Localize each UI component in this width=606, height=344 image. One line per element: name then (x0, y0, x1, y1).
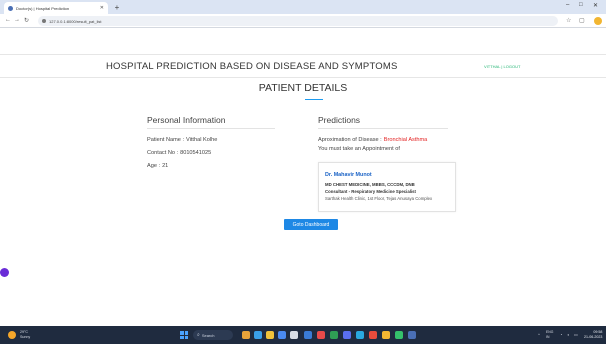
start-menu-icon[interactable] (180, 331, 188, 339)
doctor-role: Consultant - Respiratory Medicine Specia… (325, 189, 416, 194)
age-row: Age :21 (147, 163, 168, 169)
file-explorer-icon[interactable] (266, 331, 274, 339)
edge-app-icon[interactable] (278, 331, 286, 339)
battery-icon[interactable]: ▭ (574, 332, 578, 337)
close-window-icon[interactable]: ✕ (593, 2, 598, 9)
doctor-qualification: MD CHEST MEDICINE, MBBS, CCCDM, DNB (325, 182, 415, 187)
minimize-icon[interactable]: – (566, 2, 569, 8)
url-text: 127.0.0.1:8000/result_pat_list (49, 18, 102, 24)
teams-app-icon[interactable] (254, 331, 262, 339)
region-code: IN (546, 334, 550, 339)
taskbar-search[interactable]: ⌕ Search (193, 330, 233, 340)
tray-overflow-icon[interactable]: ^ (538, 332, 540, 337)
url-input[interactable]: 127.0.0.1:8000/result_pat_list (38, 16, 558, 26)
back-icon[interactable]: ← (5, 17, 11, 23)
widgets-app-icon[interactable] (242, 331, 250, 339)
word-app-icon[interactable] (304, 331, 312, 339)
site-info-icon[interactable] (42, 19, 46, 23)
doctor-name: Dr. Mahavir Munot (325, 172, 372, 178)
weather-widget[interactable]: 29°C Sunny (20, 330, 30, 339)
excel-app-icon[interactable] (330, 331, 338, 339)
volume-icon[interactable]: ◖ (567, 332, 569, 337)
browser-tab-bar: Doctor(s) | Hospital Prediction ✕ + – □ … (0, 0, 606, 14)
logout-link[interactable]: VITTHAL | LOGOUT (484, 64, 520, 69)
contact-label: Contact No : (147, 150, 179, 156)
goto-dashboard-button[interactable]: Goto Dashboard (284, 219, 338, 230)
clock-date: 21-06-2023 (584, 334, 603, 339)
title-underline (305, 99, 323, 100)
age-label: Age : (147, 163, 161, 169)
store-app-icon[interactable] (290, 331, 298, 339)
chrome-profile-app-icon[interactable] (382, 331, 390, 339)
personal-info-heading: Personal Information (147, 115, 226, 125)
language-code: ENG (546, 330, 554, 334)
personal-info-divider (147, 128, 275, 129)
appointment-text: You must take an Appointment of (318, 146, 400, 152)
taskbar: 29°C Sunny ⌕ Search ^ ENG IN ◔ ◖ ▭ 09:58… (0, 326, 606, 344)
patient-name-row: Patient Name : Vitthal Kolhe (147, 137, 217, 143)
reload-icon[interactable]: ↻ (24, 17, 29, 24)
page-title: PATIENT DETAILS (258, 82, 348, 94)
terminal-app-icon[interactable] (408, 331, 416, 339)
weather-condition: Sunny (20, 334, 31, 339)
extensions-icon[interactable]: ▢ (579, 17, 585, 24)
language-indicator[interactable]: ENG IN (546, 330, 553, 339)
vscode-app-icon[interactable] (356, 331, 364, 339)
profile-avatar[interactable] (594, 17, 602, 25)
predictions-divider (318, 128, 448, 129)
browser-address-bar: ← → ↻ 127.0.0.1:8000/result_pat_list ☆ ▢ (0, 14, 606, 28)
new-tab-icon[interactable]: + (112, 3, 122, 12)
doctor-clinic: Sarthak Health Clinic, 1st Floor, Tejas … (325, 196, 433, 201)
whatsapp-app-icon[interactable] (395, 331, 403, 339)
wifi-icon[interactable]: ◔ (560, 332, 562, 337)
predictions-heading: Predictions (318, 115, 361, 125)
chrome-app-icon[interactable] (369, 331, 377, 339)
floating-assistant-icon[interactable] (0, 268, 9, 277)
age-value: 21 (162, 163, 169, 169)
weather-sun-icon[interactable] (8, 331, 16, 339)
app-title: HOSPITAL PREDICTION BASED ON DISEASE AND… (106, 61, 398, 72)
forward-icon[interactable]: → (14, 17, 20, 23)
powerpoint-app-icon[interactable] (317, 331, 325, 339)
disease-value: Bronchial Asthma (383, 137, 428, 143)
favicon-icon (8, 5, 13, 11)
contact-value: 8010541025 (180, 150, 212, 156)
tab-close-icon[interactable]: ✕ (100, 5, 104, 11)
disease-row: Aproximation of Disease : Bronchial Asthm… (318, 137, 427, 143)
bookmark-star-icon[interactable]: ☆ (566, 17, 571, 24)
search-icon: ⌕ (197, 332, 200, 338)
taskbar-search-label: Search (201, 332, 215, 338)
contact-row: Contact No :8010541025 (147, 150, 211, 156)
doctor-card: Dr. Mahavir Munot MD CHEST MEDICINE, MBB… (318, 162, 456, 212)
patient-name-value: Vitthal Kolhe (186, 137, 218, 143)
maximize-icon[interactable]: □ (579, 2, 583, 8)
app-header: HOSPITAL PREDICTION BASED ON DISEASE AND… (0, 54, 606, 78)
browser-tab[interactable]: Doctor(s) | Hospital Prediction ✕ (4, 2, 108, 14)
tab-title: Doctor(s) | Hospital Prediction (16, 5, 70, 11)
disease-label: Aproximation of Disease : (318, 137, 382, 143)
taskbar-clock[interactable]: 09:58 21-06-2023 (584, 330, 602, 339)
patient-name-label: Patient Name : (147, 137, 184, 143)
settings-app-icon[interactable] (343, 331, 351, 339)
